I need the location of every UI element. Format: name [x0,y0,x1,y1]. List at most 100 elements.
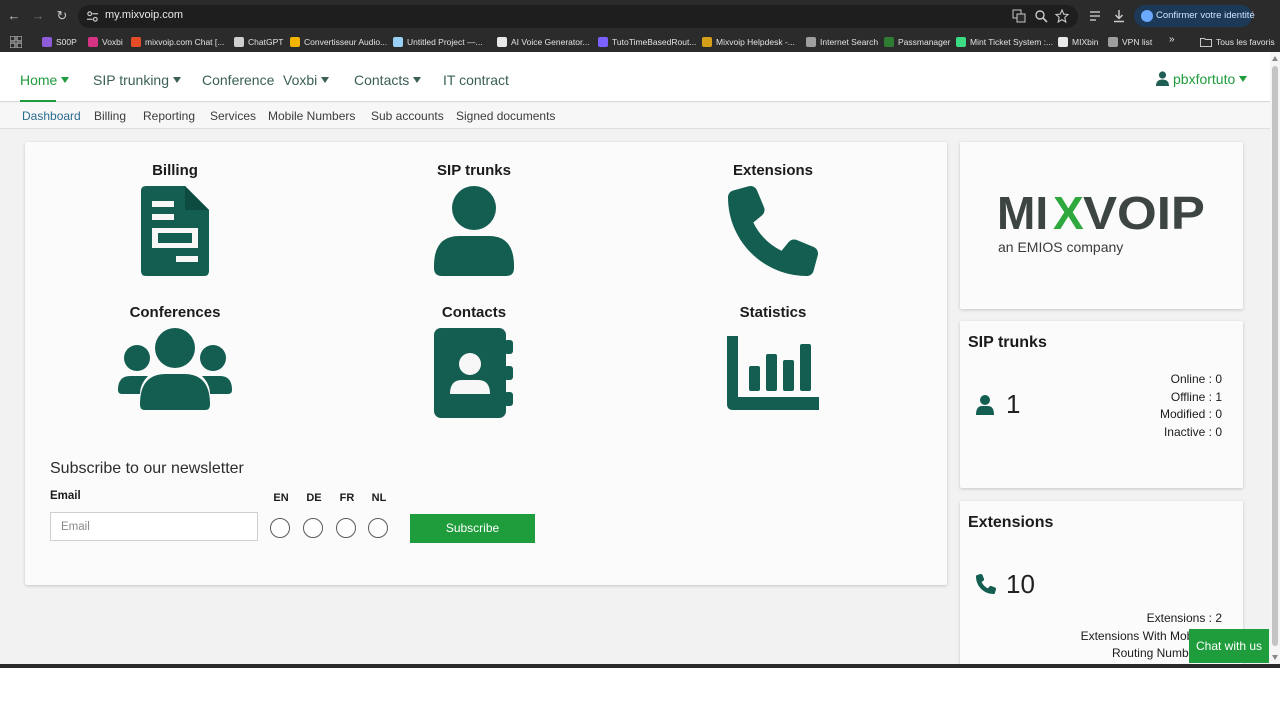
nav-item-it-contract[interactable]: IT contract [443,72,509,88]
nav-item-conference[interactable]: Conference [202,72,274,88]
bookmark-star-icon[interactable] [1055,9,1069,23]
subnav-item-mobile-numbers[interactable]: Mobile Numbers [268,109,355,123]
nav-item-contacts[interactable]: Contacts [354,72,422,88]
chat-with-us-button[interactable]: Chat with us [1189,629,1269,663]
folder-icon [1200,38,1212,47]
bookmark-item[interactable]: Internet Search [806,35,878,49]
translate-icon[interactable] [1012,9,1026,23]
bookmark-item[interactable]: Voxbi [88,35,123,49]
phone-icon [976,574,996,594]
back-icon[interactable]: ← [6,8,22,24]
download-icon[interactable] [1112,9,1126,23]
bookmark-label: S00P [56,37,77,47]
chevron-down-icon [173,77,182,83]
subnav-item-services[interactable]: Services [210,109,256,123]
bookmark-item[interactable]: TutoTimeBasedRout... [598,35,696,49]
site-settings-icon[interactable] [86,10,99,23]
subnav-item-sub-accounts[interactable]: Sub accounts [371,109,444,123]
zoom-icon[interactable] [1034,9,1048,23]
tile-statistics[interactable]: Statistics [673,284,873,414]
bookmark-favicon-icon [131,37,141,47]
bookmark-item[interactable]: VPN list [1108,35,1152,49]
reload-icon[interactable]: ↻ [54,8,70,24]
bookmark-item[interactable]: MIXbin [1058,35,1098,49]
nav-item-sip-trunking[interactable]: SIP trunking [93,72,182,88]
email-field[interactable] [50,512,258,541]
bookmark-item[interactable]: AI Voice Generator... [497,35,589,49]
bookmark-favicon-icon [290,37,300,47]
logo-text-x: X [1053,190,1084,236]
logo-text-mi: MI [997,190,1048,236]
tile-extensions[interactable]: Extensions [673,142,873,276]
bookmark-label: Untitled Project —... [407,37,483,47]
invoice-icon [141,186,209,276]
brand-card: MI X VOIP an EMIOS company [960,142,1243,309]
scroll-up-icon[interactable] [1272,56,1278,61]
language-label: DE [306,492,322,504]
active-nav-underline [20,100,56,102]
bookmark-item[interactable]: Mixvoip Helpdesk -... [702,35,795,49]
forward-icon[interactable]: → [30,8,46,24]
page-scrollbar[interactable] [1270,52,1280,664]
address-bar[interactable]: my.mixvoip.com [78,5,1078,28]
sip-trunks-card[interactable]: SIP trunks 1 Online : 0 Offline : 1 Modifi… [960,321,1243,488]
apps-grid-icon[interactable] [10,36,22,48]
bookmark-label: Mint Ticket System :... [970,37,1054,47]
bookmark-label: ChatGPT [248,37,284,47]
bookmark-favicon-icon [42,37,52,47]
ext-card-title: Extensions [968,514,1054,531]
more-bookmarks-icon[interactable]: » [1169,34,1175,45]
bookmark-label: Internet Search [820,37,879,47]
user-icon [976,395,994,415]
confirm-identity-button[interactable]: Confirmer votre identité [1134,5,1255,27]
bookmark-favicon-icon [497,37,507,47]
subscribe-button[interactable]: Subscribe [410,514,535,543]
all-bookmarks-folder[interactable]: Tous les favoris [1200,35,1275,49]
all-bookmarks-label: Tous les favoris [1216,37,1275,47]
tile-conferences[interactable]: Conferences [75,284,275,414]
tile-sip-trunks-title: SIP trunks [437,162,511,179]
tile-statistics-title: Statistics [739,304,807,321]
language-label: FR [339,492,355,504]
reading-list-icon[interactable] [1088,9,1102,23]
bookmark-favicon-icon [88,37,98,47]
bookmark-favicon-icon [702,37,712,47]
extensions-count: 10 [1006,569,1035,599]
language-radio[interactable] [270,518,290,538]
bookmark-favicon-icon [1058,37,1068,47]
language-radio[interactable] [303,518,323,538]
blank-area [0,668,1280,720]
nav-item-label: IT contract [443,72,509,88]
scroll-down-icon[interactable] [1272,655,1278,660]
subnav-item-billing[interactable]: Billing [94,109,126,123]
tile-extensions-title: Extensions [732,162,814,179]
tile-contacts[interactable]: Contacts [374,284,574,418]
bookmark-item[interactable]: Convertisseur Audio... [290,35,387,49]
bookmark-item[interactable]: ChatGPT [234,35,283,49]
language-radio[interactable] [368,518,388,538]
bookmark-item[interactable]: S00P [42,35,77,49]
sip-trunks-count: 1 [1006,389,1021,419]
main-navigation: Home SIP trunking Conference Voxbi Contacts I… [0,52,1270,102]
tile-billing[interactable]: Billing [75,142,275,276]
username: pbxfortuto [1173,71,1236,87]
bookmark-item[interactable]: Mint Ticket System :... [956,35,1053,49]
bar-chart-icon [727,336,819,410]
nav-item-home[interactable]: Home [20,72,70,88]
bookmark-item[interactable]: Passmanager [884,35,950,49]
language-radio[interactable] [336,518,356,538]
bookmark-label: mixvoip.com Chat [... [145,37,225,47]
subnav-item-dashboard[interactable]: Dashboard [22,109,81,123]
user-menu[interactable]: pbxfortuto [1156,71,1248,87]
subnav-item-reporting[interactable]: Reporting [143,109,195,123]
bookmark-item[interactable]: mixvoip.com Chat [... [131,35,224,49]
nav-item-voxbi[interactable]: Voxbi [283,72,330,88]
sub-navigation: Dashboard Billing Reporting Services Mobile … [0,103,1270,129]
subnav-item-signed-documents[interactable]: Signed documents [456,109,555,123]
scroll-thumb[interactable] [1272,66,1278,646]
tile-sip-trunks[interactable]: SIP trunks [374,142,574,276]
language-label: EN [273,492,289,504]
bookmark-item[interactable]: Untitled Project —... [393,35,483,49]
stat-line: Inactive : 0 [1163,424,1222,439]
tile-billing-title: Billing [152,162,198,179]
